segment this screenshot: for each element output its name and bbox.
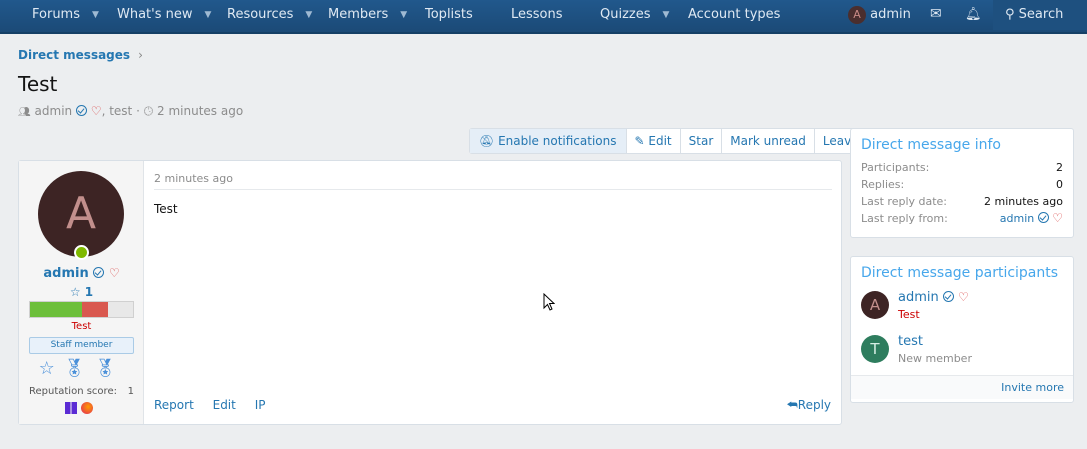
block-title: Direct message participants [861,265,1059,281]
star-icon: ☆ [69,285,81,299]
avatar: A [848,5,866,24]
device-icons [65,400,93,414]
windows-icon [65,401,77,414]
nav-members[interactable]: Members ▼ [328,0,407,30]
message-username[interactable]: admin ♡ [19,266,144,281]
info-row: Replies: 0 [861,178,1063,191]
verified-icon [93,267,105,278]
chevron-right-icon: › [138,48,143,62]
heart-icon: ♡ [90,104,102,118]
page-title: Test [18,72,58,96]
nav-quizzes[interactable]: Quizzes ▼ [600,0,669,30]
reply-button[interactable]: ⮪Reply [787,398,831,413]
block-title: Direct message info [861,137,1001,153]
nav-forums[interactable]: Forums ▼ [32,0,99,30]
staff-banner: Staff member [29,337,134,354]
participants-block: Direct message participants A admin ♡ Te… [850,256,1074,403]
trophies: ☆🏅︎🏅︎ [19,358,144,379]
bell-icon[interactable]: 🔔︎ [965,0,982,30]
star-icon[interactable]: ☆ [39,358,63,379]
star-button[interactable]: Star [681,129,723,153]
chevron-down-icon[interactable]: ▼ [400,1,407,30]
medal-icon[interactable]: 🏅︎ [94,358,125,379]
message-actions: Report Edit IP [154,398,280,412]
nav-resources[interactable]: Resources ▼ [227,0,312,30]
chevron-down-icon[interactable]: ▼ [205,1,212,30]
heart-icon: ♡ [108,266,120,280]
participant-item: A admin ♡ Test [851,287,1073,331]
nav-whats-new[interactable]: What's new ▼ [117,0,211,30]
nav-account-types[interactable]: Account types [688,0,780,30]
nav-user-menu[interactable]: A admin [848,0,911,30]
avatar[interactable]: A [861,291,889,319]
conversation-toolbar: 🔕︎ Enable notifications ✎ Edit Star Mark… [469,128,868,154]
clock-icon: 🕓︎ [143,104,154,118]
user-title: Test [71,321,92,332]
reputation-bar [29,301,134,318]
verified-icon [942,291,954,302]
search-icon: ⚲ [1005,7,1015,22]
message-info-block: Direct message info Participants: 2 Repli… [850,128,1074,238]
online-status-icon [74,245,89,260]
participant-item: T test New member [851,331,1073,375]
nav-lessons[interactable]: Lessons [511,0,563,30]
breadcrumb[interactable]: Direct messages › [18,48,143,62]
message-user-panel: A admin ♡ ☆ 1 Test Staff member ☆🏅︎🏅︎ Re… [19,161,144,424]
heart-icon: ♡ [1052,211,1063,225]
avatar[interactable]: T [861,335,889,363]
edit-button[interactable]: ✎ Edit [627,129,681,153]
medal-icon[interactable]: 🏅︎ [63,358,94,379]
nav-toplists[interactable]: Toplists [425,0,473,30]
search-button[interactable]: ⚲ Search [993,0,1087,30]
info-row: Participants: 2 [861,161,1063,174]
report-link[interactable]: Report [154,398,194,412]
top-nav: Forums ▼ What's new ▼ Resources ▼ Members ▼ … [0,0,1087,34]
enable-notifications-button[interactable]: 🔕︎ Enable notifications [470,129,627,153]
info-row: Last reply date: 2 minutes ago [861,195,1063,208]
verified-icon [75,105,87,116]
users-icon: 👥︎ [18,107,31,118]
reputation-score: Reputation score: 1 [29,386,134,397]
thread-meta: 👥︎ admin ♡, test · 🕓︎ 2 minutes ago [18,104,244,118]
edit-link[interactable]: Edit [213,398,236,412]
info-row: Last reply from: admin ♡ [861,211,1063,225]
edit-icon: ✎ [634,134,645,148]
chevron-down-icon[interactable]: ▼ [663,1,670,30]
star-count[interactable]: ☆ 1 [19,285,144,299]
mark-unread-button[interactable]: Mark unread [722,129,815,153]
reply-icon: ⮪ [786,398,798,412]
mouse-cursor-icon [543,293,555,311]
heart-icon: ♡ [958,290,969,304]
mail-icon[interactable]: ✉ [930,0,942,30]
message: A admin ♡ ☆ 1 Test Staff member ☆🏅︎🏅︎ Re… [18,160,842,425]
firefox-icon [81,401,93,414]
chevron-down-icon[interactable]: ▼ [92,1,99,30]
message-time[interactable]: 2 minutes ago [154,172,233,185]
divider [154,189,832,190]
bell-off-icon: 🔕︎ [479,134,495,148]
verified-icon [1037,212,1049,223]
message-body: Test [154,202,178,216]
chevron-down-icon[interactable]: ▼ [305,1,312,30]
ip-link[interactable]: IP [255,398,266,412]
invite-more-link[interactable]: Invite more [851,375,1073,399]
